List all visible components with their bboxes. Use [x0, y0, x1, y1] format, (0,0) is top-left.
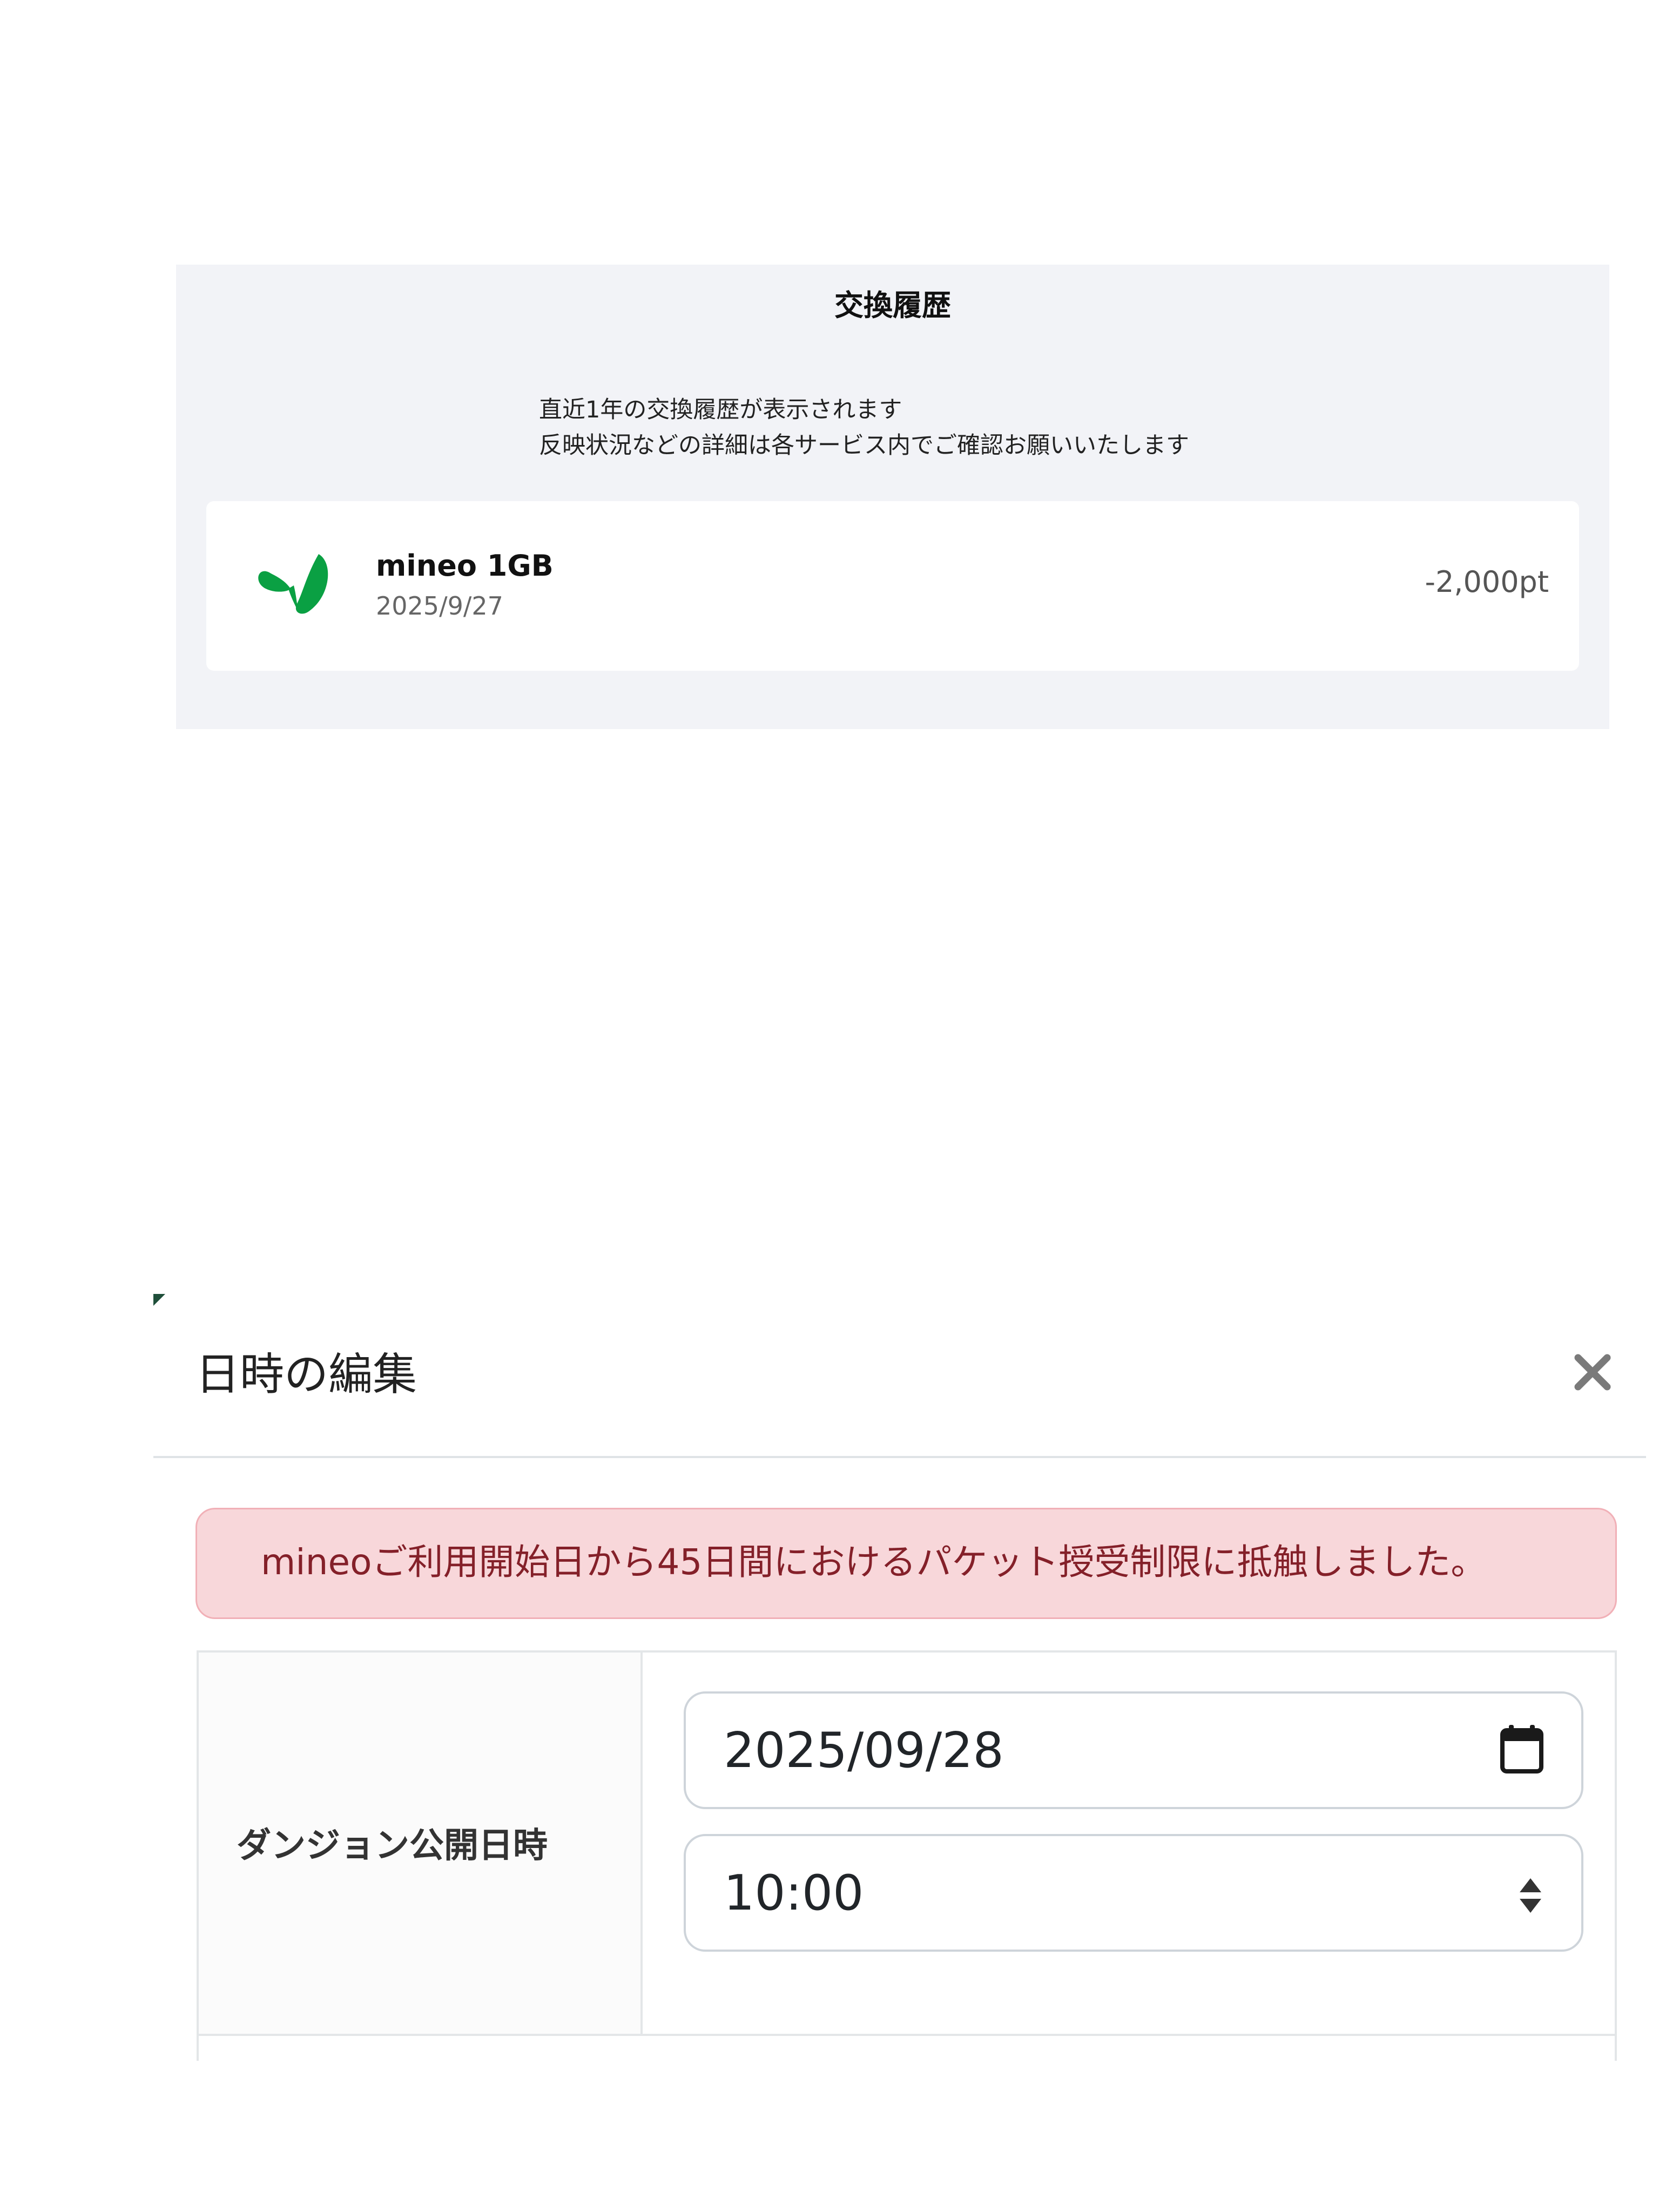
label-cell: ダンジョン公開日時: [199, 1653, 643, 2036]
close-icon: [1574, 1354, 1611, 1391]
alert-message: mineoご利用開始日から45日間におけるパケット授受制限に抵触しました。: [261, 1541, 1487, 1583]
corner-mark: [153, 1294, 165, 1306]
exchange-date: 2025/9/27: [376, 591, 503, 621]
history-item[interactable]: mineo 1GB 2025/9/27 -2,000pt: [206, 501, 1579, 671]
calendar-icon[interactable]: [1500, 1725, 1543, 1773]
close-button[interactable]: [1568, 1348, 1617, 1397]
date-input[interactable]: 2025/09/28: [684, 1691, 1583, 1809]
screen: 交換履歴 直近1年の交換履歴が表示されます 反映状況などの詳細は各サービス内でご…: [0, 0, 1659, 2212]
history-note-line-2: 反映状況などの詳細は各サービス内でご確認お願いいたします: [539, 432, 1189, 459]
header-divider: [153, 1456, 1646, 1458]
history-note-line-1: 直近1年の交換履歴が表示されます: [539, 396, 902, 423]
time-select[interactable]: 10:00: [684, 1834, 1583, 1952]
datetime-form-table: ダンジョン公開日時 2025/09/28 10:00: [197, 1650, 1617, 2061]
up-down-arrows-icon: [1520, 1878, 1541, 1913]
mineo-leaf-logo-icon: [255, 551, 336, 621]
history-note: 直近1年の交換履歴が表示されます 反映状況などの詳細は各サービス内でご確認お願い…: [539, 392, 1189, 463]
points-change: -2,000pt: [1425, 565, 1549, 599]
error-alert: mineoご利用開始日から45日間におけるパケット授受制限に抵触しました。: [195, 1508, 1617, 1619]
dungeon-release-datetime-label: ダンジョン公開日時: [237, 1826, 548, 1866]
service-name: mineo 1GB: [376, 549, 554, 583]
row-divider: [199, 2034, 1615, 2036]
modal-title: 日時の編集: [195, 1349, 417, 1400]
edit-datetime-modal: 日時の編集 mineoご利用開始日から45日間におけるパケット授受制限に抵触しま…: [153, 1294, 1659, 2061]
history-title: 交換履歴: [834, 288, 951, 322]
time-value: 10:00: [724, 1865, 864, 1921]
date-value: 2025/09/28: [724, 1722, 1004, 1779]
exchange-history-panel: 交換履歴 直近1年の交換履歴が表示されます 反映状況などの詳細は各サービス内でご…: [176, 265, 1609, 729]
